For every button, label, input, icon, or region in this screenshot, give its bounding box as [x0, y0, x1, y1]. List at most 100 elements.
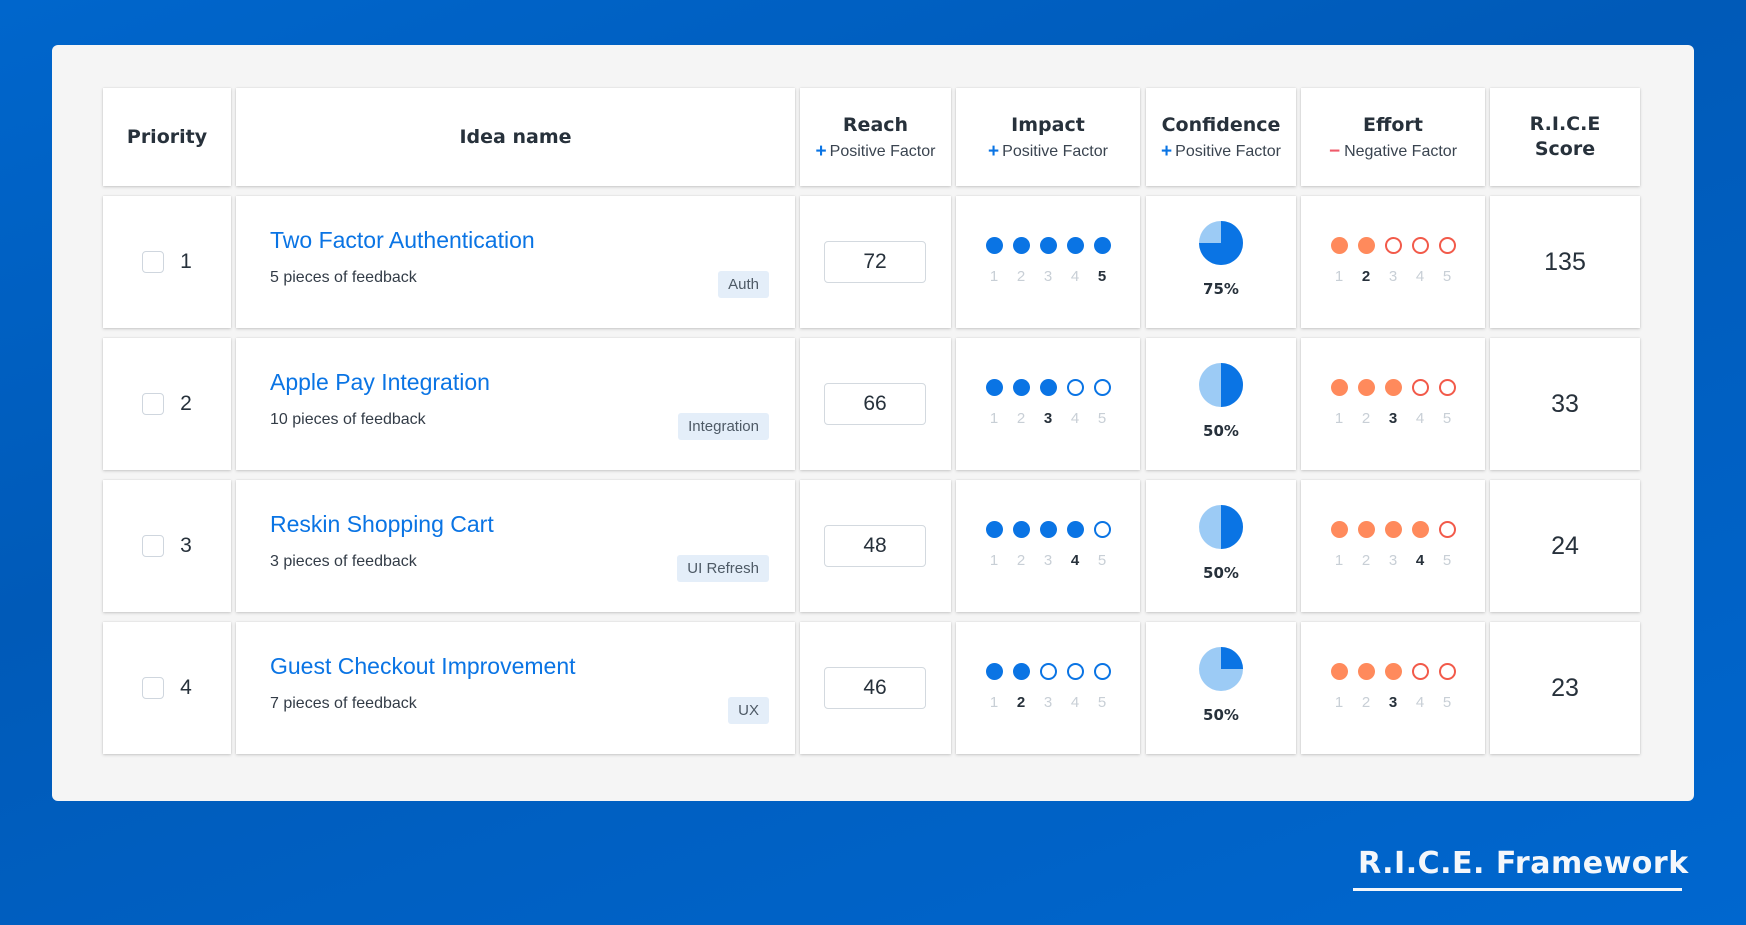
effort-dot-empty[interactable] — [1438, 379, 1456, 396]
header-idea-name-label: Idea name — [459, 125, 572, 148]
impact-dot-filled[interactable] — [985, 521, 1003, 538]
impact-dot-filled[interactable] — [1012, 379, 1030, 396]
effort-scale-label: 5 — [1442, 268, 1452, 285]
effort-dot-empty[interactable] — [1411, 379, 1429, 396]
effort-dot-empty[interactable] — [1438, 237, 1456, 254]
effort-dot-filled[interactable] — [1411, 521, 1429, 538]
effort-scale-label: 5 — [1442, 552, 1452, 569]
effort-dot-filled[interactable] — [1357, 521, 1375, 538]
effort-scale-label: 4 — [1415, 410, 1425, 427]
impact-dot-filled[interactable] — [1039, 237, 1057, 254]
header-confidence-factor: Positive Factor — [1175, 143, 1281, 160]
effort-dot-filled[interactable] — [1330, 237, 1348, 254]
effort-cell: 12345 — [1301, 196, 1485, 328]
impact-dot-filled[interactable] — [1012, 663, 1030, 680]
idea-title-link[interactable]: Guest Checkout Improvement — [270, 653, 576, 680]
effort-rating[interactable] — [1301, 521, 1485, 538]
impact-scale-label: 5 — [1097, 552, 1107, 569]
impact-cell: 12345 — [956, 480, 1140, 612]
impact-dot-filled[interactable] — [1066, 237, 1084, 254]
confidence-pie — [1199, 221, 1243, 265]
header-reach-label: Reach — [842, 114, 909, 136]
impact-dot-empty[interactable] — [1066, 663, 1084, 680]
reach-input[interactable]: 46 — [824, 667, 926, 709]
effort-scale-label: 2 — [1361, 694, 1371, 711]
effort-dot-empty[interactable] — [1411, 237, 1429, 254]
effort-dot-filled[interactable] — [1384, 379, 1402, 396]
impact-dot-empty[interactable] — [1093, 521, 1111, 538]
impact-scale-label: 3 — [1043, 552, 1053, 569]
effort-cell: 12345 — [1301, 480, 1485, 612]
impact-rating[interactable] — [956, 379, 1140, 396]
confidence-pie-slice — [1221, 647, 1243, 669]
impact-scale-label: 4 — [1070, 410, 1080, 427]
brand-title: R.I.C.E. Framework — [1358, 846, 1689, 881]
priority-number: 3 — [180, 534, 192, 557]
effort-rating[interactable] — [1301, 237, 1485, 254]
effort-dot-filled[interactable] — [1357, 379, 1375, 396]
impact-rating[interactable] — [956, 521, 1140, 538]
effort-dot-empty[interactable] — [1384, 237, 1402, 254]
confidence-pie-slice — [1221, 363, 1243, 407]
priority-cell: 1 — [103, 196, 231, 328]
impact-dot-filled[interactable] — [1066, 521, 1084, 538]
impact-dot-filled[interactable] — [985, 663, 1003, 680]
impact-dot-empty[interactable] — [1093, 379, 1111, 396]
row-checkbox[interactable] — [142, 535, 165, 557]
effort-dot-empty[interactable] — [1411, 663, 1429, 680]
reach-input[interactable]: 72 — [824, 241, 926, 283]
impact-dot-filled[interactable] — [1012, 521, 1030, 538]
impact-dot-filled[interactable] — [1039, 521, 1057, 538]
reach-cell: 48 — [800, 480, 951, 612]
impact-rating[interactable] — [956, 237, 1140, 254]
impact-scale-label: 1 — [989, 410, 999, 427]
header-score-line2: Score — [1534, 138, 1596, 160]
reach-input[interactable]: 66 — [824, 383, 926, 425]
effort-scale: 12345 — [1301, 552, 1485, 569]
idea-title-link[interactable]: Two Factor Authentication — [270, 227, 535, 254]
header-confidence: Confidence + Positive Factor — [1146, 88, 1296, 186]
rice-score: 135 — [1490, 196, 1640, 328]
impact-scale-label: 5 — [1097, 410, 1107, 427]
effort-dot-empty[interactable] — [1438, 521, 1456, 538]
effort-dot-filled[interactable] — [1330, 663, 1348, 680]
effort-dot-empty[interactable] — [1438, 663, 1456, 680]
impact-dot-empty[interactable] — [1066, 379, 1084, 396]
header-priority-label: Priority — [126, 125, 208, 148]
impact-dot-filled[interactable] — [1012, 237, 1030, 254]
effort-dot-filled[interactable] — [1357, 663, 1375, 680]
impact-dot-empty[interactable] — [1039, 663, 1057, 680]
rice-score: 33 — [1490, 338, 1640, 470]
impact-scale-label: 5 — [1097, 268, 1107, 285]
effort-scale-label: 2 — [1361, 268, 1371, 285]
reach-input[interactable]: 48 — [824, 525, 926, 567]
effort-dot-filled[interactable] — [1330, 379, 1348, 396]
impact-dot-filled[interactable] — [1039, 379, 1057, 396]
row-checkbox[interactable] — [142, 393, 165, 415]
impact-scale: 12345 — [956, 552, 1140, 569]
impact-dot-empty[interactable] — [1093, 663, 1111, 680]
plus-icon: + — [815, 141, 827, 162]
effort-dot-filled[interactable] — [1384, 521, 1402, 538]
feedback-count: 3 pieces of feedback — [270, 553, 417, 570]
row-checkbox[interactable] — [142, 677, 165, 699]
impact-rating[interactable] — [956, 663, 1140, 680]
effort-rating[interactable] — [1301, 379, 1485, 396]
effort-scale-label: 3 — [1388, 410, 1398, 427]
effort-dot-filled[interactable] — [1357, 237, 1375, 254]
idea-tag: UX — [728, 697, 769, 724]
priority-number: 2 — [180, 392, 192, 415]
idea-tag: Integration — [678, 413, 769, 440]
effort-dot-filled[interactable] — [1384, 663, 1402, 680]
impact-dot-filled[interactable] — [985, 379, 1003, 396]
reach-cell: 66 — [800, 338, 951, 470]
header-effort-label: Effort — [1363, 114, 1423, 136]
impact-scale-label: 2 — [1016, 694, 1026, 711]
impact-dot-filled[interactable] — [985, 237, 1003, 254]
row-checkbox[interactable] — [142, 251, 165, 273]
impact-dot-filled[interactable] — [1093, 237, 1111, 254]
effort-rating[interactable] — [1301, 663, 1485, 680]
idea-title-link[interactable]: Reskin Shopping Cart — [270, 511, 494, 538]
idea-title-link[interactable]: Apple Pay Integration — [270, 369, 490, 396]
effort-dot-filled[interactable] — [1330, 521, 1348, 538]
